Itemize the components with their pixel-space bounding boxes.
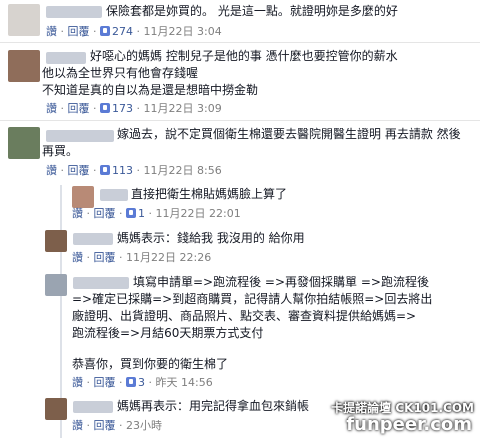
comment-actions: 讚 · 回覆 · 113 · 11月22日 8:56 [46, 164, 222, 177]
like-link[interactable]: 讚 [72, 207, 83, 220]
reply-text: 廠證明、出貨證明、商品照片、點交表、審查資料提供給媽媽=> [72, 309, 417, 323]
reply-link[interactable]: 回覆 [94, 419, 116, 432]
reply-text: 恭喜你，買到你要的衛生棉了 [72, 357, 229, 371]
like-count-icon [126, 208, 136, 218]
reply-text: 媽媽表示：錢給我 我沒用的 給你用 [117, 231, 305, 245]
timestamp[interactable]: 23小時 [126, 419, 162, 432]
avatar[interactable] [45, 398, 67, 420]
reply-text: 直接把衛生棉貼媽媽臉上算了 [131, 187, 288, 201]
comment-text: 好噁心的媽媽 控制兒子是他的事 憑什麼也要控管你的薪水 [90, 49, 398, 63]
reply-actions: 讚 · 回覆 · 11月22日 22:26 [72, 251, 212, 264]
like-count-icon [126, 377, 136, 387]
like-link[interactable]: 讚 [72, 251, 83, 264]
avatar[interactable] [45, 230, 67, 252]
commenter-name[interactable] [46, 52, 86, 64]
divider [0, 42, 480, 43]
avatar[interactable] [72, 186, 94, 208]
like-count[interactable]: 274 [112, 25, 133, 38]
reply-link[interactable]: 回覆 [94, 376, 116, 389]
comment-text: 他以為全世界只有他會存錢喔 [42, 66, 199, 80]
like-count-icon [100, 26, 110, 36]
commenter-name[interactable] [46, 130, 114, 142]
like-count-icon [100, 103, 110, 113]
like-link[interactable]: 讚 [46, 102, 57, 115]
comment-text: 再買。 [42, 144, 79, 158]
timestamp[interactable]: 11月22日 3:09 [144, 102, 222, 115]
reply-text: 媽媽再表示：用完記得拿血包來銷帳 [117, 399, 310, 413]
reply-link[interactable]: 回覆 [68, 102, 90, 115]
like-count[interactable]: 3 [138, 376, 145, 389]
avatar[interactable] [8, 50, 40, 82]
like-count[interactable]: 1 [138, 207, 145, 220]
avatar[interactable] [8, 4, 40, 36]
comment-text: 不知道是真的自以為是還是想暗中撈金勒 [42, 83, 259, 97]
like-count[interactable]: 173 [112, 102, 133, 115]
reply-text: 填寫申請單=>跑流程後 =>再發個採購單 =>跑流程後 [133, 275, 429, 289]
reply-text: =>確定已採購=>到超商購買，記得請人幫你拍結帳照=>回去將出 [72, 292, 433, 306]
reply-link[interactable]: 回覆 [94, 207, 116, 220]
like-count[interactable]: 113 [112, 164, 133, 177]
like-link[interactable]: 讚 [46, 25, 57, 38]
like-count-icon [100, 165, 110, 175]
commenter-name[interactable] [73, 233, 113, 245]
timestamp[interactable]: 11月22日 22:26 [126, 251, 211, 264]
divider [0, 120, 480, 121]
commenter-name[interactable] [100, 189, 128, 201]
commenter-name[interactable] [73, 401, 113, 413]
reply-actions: 讚 · 回覆 · 1 · 11月22日 22:01 [72, 207, 241, 220]
like-link[interactable]: 讚 [72, 376, 83, 389]
like-link[interactable]: 讚 [46, 164, 57, 177]
reply-text: 跑流程後=>月結60天期票方式支付 [72, 326, 264, 340]
timestamp[interactable]: 11月22日 3:04 [144, 25, 222, 38]
comment-actions: 讚 · 回覆 · 173 · 11月22日 3:09 [46, 102, 222, 115]
comment-text: 嫁過去，說不定買個衛生棉還要去醫院開醫生證明 再去請款 然後 [117, 127, 461, 141]
reply-link[interactable]: 回覆 [94, 251, 116, 264]
reply-link[interactable]: 回覆 [68, 164, 90, 177]
comment-actions: 讚 · 回覆 · 274 · 11月22日 3:04 [46, 25, 222, 38]
reply-actions: 讚 · 回覆 · 3 · 昨天 14:56 [72, 376, 213, 389]
commenter-name[interactable] [73, 277, 129, 289]
watermark: funpeer.com [346, 414, 472, 435]
reply-link[interactable]: 回覆 [68, 25, 90, 38]
timestamp[interactable]: 11月22日 8:56 [144, 164, 222, 177]
avatar[interactable] [45, 274, 67, 296]
avatar[interactable] [8, 127, 40, 159]
reply-actions: 讚 · 回覆 · 23小時 [72, 419, 162, 432]
commenter-name[interactable] [46, 6, 102, 18]
timestamp[interactable]: 11月22日 22:01 [156, 207, 241, 220]
timestamp[interactable]: 昨天 14:56 [156, 376, 213, 389]
comment-text: 保險套都是妳買的。 光是這一點。就證明妳是多麼的好 [106, 4, 398, 18]
like-link[interactable]: 讚 [72, 419, 83, 432]
